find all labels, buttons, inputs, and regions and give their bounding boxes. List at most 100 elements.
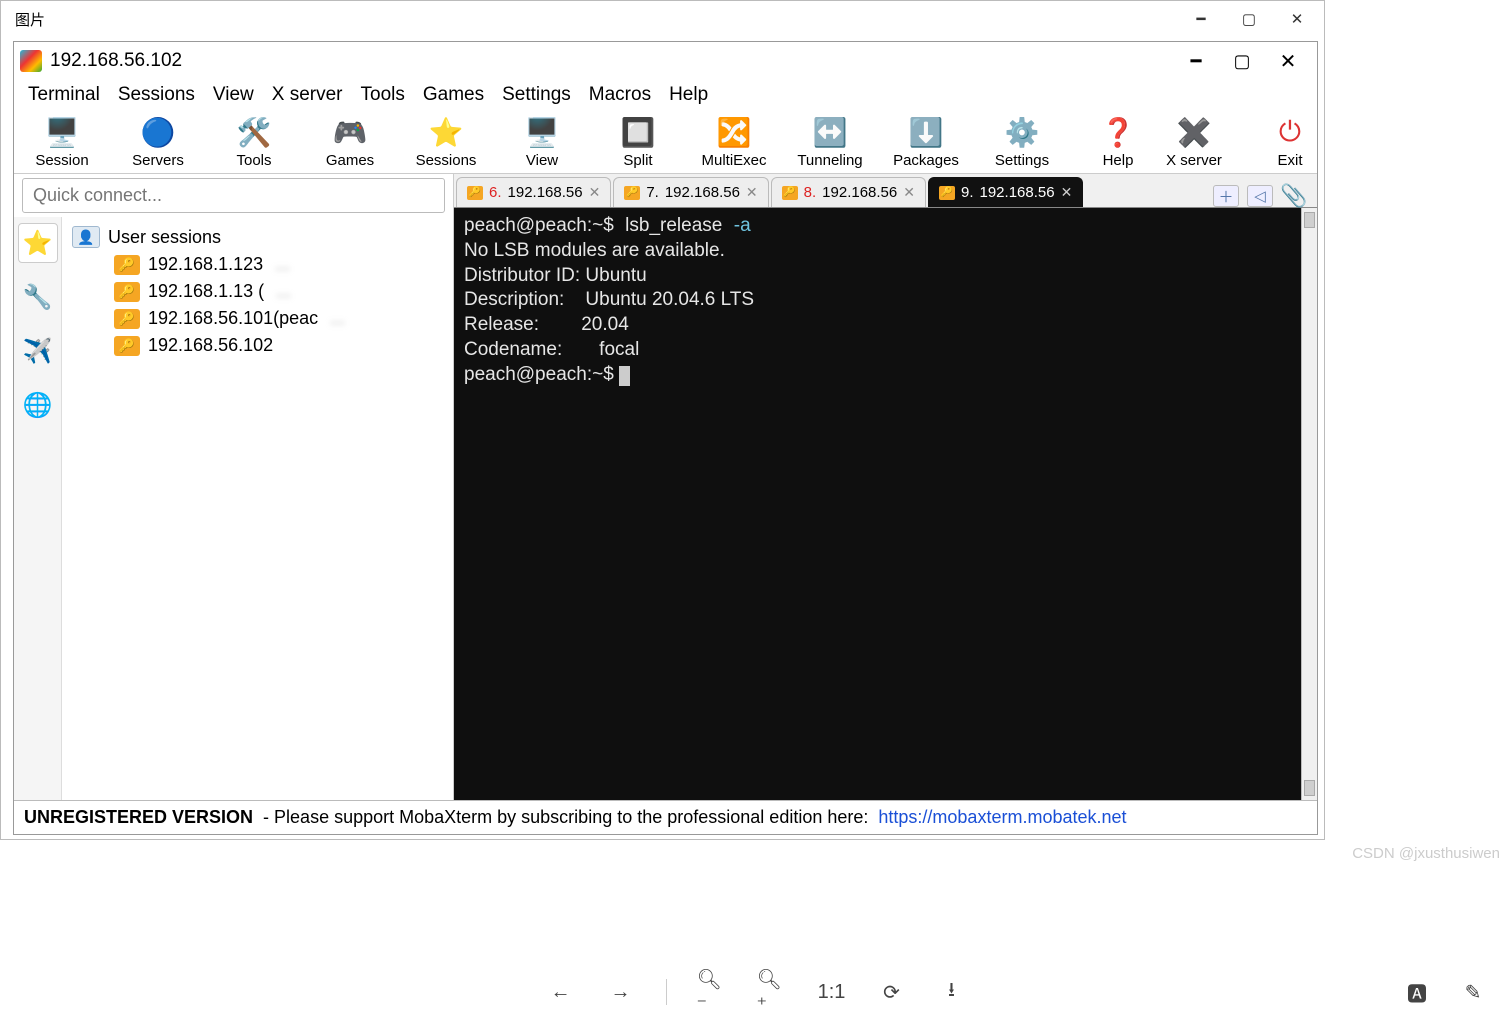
app-maximize-button[interactable]: ▢ (1219, 46, 1265, 76)
viewer-toolbar: ← → 🔍︎⁻ 🔍︎⁺ 1:1 ⟳ ⭳ 🅰 ✎ (0, 964, 1512, 1020)
nav-forward-button[interactable]: → (606, 977, 636, 1007)
tunneling-icon: ↔️ (812, 114, 848, 150)
status-subscribe-link[interactable]: https://mobaxterm.mobatek.net (878, 807, 1126, 828)
toolbar-view-button[interactable]: 🖥️View (504, 114, 580, 169)
menu-terminal[interactable]: Terminal (28, 84, 100, 106)
toolbar-split-button[interactable]: 🔲Split (600, 114, 676, 169)
tree-root-user-sessions[interactable]: 👤 User sessions (68, 223, 447, 251)
toolbar-exit-button[interactable]: ⏻Exit (1252, 114, 1328, 169)
session-icon: 🖥️ (44, 114, 80, 150)
sidebar-tab-2[interactable]: ✈️ (18, 331, 58, 371)
key-icon: 🔑 (624, 186, 640, 200)
toolbar-packages-button[interactable]: ⬇️Packages (888, 114, 964, 169)
toolbar-sessions-button[interactable]: ⭐Sessions (408, 114, 484, 169)
session-area: 🔑6.192.168.56✕🔑7.192.168.56✕🔑8.192.168.5… (454, 174, 1317, 800)
terminal-scrollbar[interactable] (1301, 208, 1317, 800)
split-icon: 🔲 (620, 114, 656, 150)
zoom-in-button[interactable]: 🔍︎⁺ (757, 977, 787, 1007)
session-tabstrip: 🔑6.192.168.56✕🔑7.192.168.56✕🔑8.192.168.5… (454, 174, 1317, 208)
menu-tools[interactable]: Tools (361, 84, 405, 106)
tab-close-icon[interactable]: ✕ (589, 184, 601, 201)
session-tree: 👤 User sessions 🔑192.168.1.123...🔑192.16… (62, 217, 453, 800)
watermark-text: CSDN @jxusthusiwen (1352, 845, 1500, 862)
app-logo-icon (20, 50, 42, 72)
new-tab-button[interactable]: ＋ (1213, 185, 1239, 207)
menu-help[interactable]: Help (669, 84, 708, 106)
session-tab-8[interactable]: 🔑8.192.168.56✕ (771, 177, 926, 207)
menu-macros[interactable]: Macros (589, 84, 651, 106)
toolbar-multiexec-button[interactable]: 🔀MultiExec (696, 114, 772, 169)
scrollbar-up-icon[interactable] (1304, 212, 1315, 228)
session-tab-7[interactable]: 🔑7.192.168.56✕ (613, 177, 768, 207)
toolbar-tunneling-button[interactable]: ↔️Tunneling (792, 114, 868, 169)
status-bar: UNREGISTERED VERSION - Please support Mo… (14, 800, 1317, 834)
exit-icon: ⏻ (1272, 114, 1308, 150)
key-icon: 🔑 (467, 186, 483, 200)
quick-connect-input[interactable] (22, 178, 445, 213)
image-viewer-window: 图片 ━ ▢ ✕ 192.168.56.102 ━ ▢ ✕ Terminal S… (0, 0, 1325, 840)
menu-games[interactable]: Games (423, 84, 484, 106)
session-item-2[interactable]: 🔑192.168.56.101(peac... (68, 305, 447, 332)
session-item-1[interactable]: 🔑192.168.1.13 (... (68, 278, 447, 305)
tab-close-icon[interactable]: ✕ (746, 184, 758, 201)
viewer-title-text: 图片 (15, 9, 45, 30)
app-close-button[interactable]: ✕ (1265, 46, 1311, 76)
key-icon: 🔑 (114, 336, 140, 356)
sidebar-tab-3[interactable]: 🌐 (18, 385, 58, 425)
session-tab-6[interactable]: 🔑6.192.168.56✕ (456, 177, 611, 207)
sessions-icon: ⭐ (428, 114, 464, 150)
session-item-0[interactable]: 🔑192.168.1.123... (68, 251, 447, 278)
help-icon: ❓ (1100, 114, 1136, 150)
actual-size-button[interactable]: 1:1 (817, 977, 847, 1007)
download-button[interactable]: ⭳ (937, 977, 967, 1007)
menu-view[interactable]: View (213, 84, 254, 106)
session-item-3[interactable]: 🔑192.168.56.102 (68, 332, 447, 359)
mobaxterm-window: 192.168.56.102 ━ ▢ ✕ Terminal Sessions V… (13, 41, 1318, 835)
sidebar: ⭐🔧✈️🌐 👤 User sessions 🔑192.168.1.123...🔑… (14, 174, 454, 800)
menu-settings[interactable]: Settings (502, 84, 571, 106)
settings-icon: ⚙️ (1004, 114, 1040, 150)
attach-icon[interactable]: 📎 (1281, 185, 1307, 207)
xserver-icon: ✖️ (1176, 114, 1212, 150)
rotate-button[interactable]: ⟳ (877, 977, 907, 1007)
viewer-maximize-button[interactable]: ▢ (1226, 4, 1272, 34)
workspace: ⭐🔧✈️🌐 👤 User sessions 🔑192.168.1.123...🔑… (14, 174, 1317, 800)
divider (666, 979, 667, 1005)
nav-back-button[interactable]: ← (546, 977, 576, 1007)
app-minimize-button[interactable]: ━ (1173, 46, 1219, 76)
menubar: Terminal Sessions View X server Tools Ga… (14, 80, 1317, 112)
tab-close-icon[interactable]: ✕ (1061, 184, 1073, 201)
sidebar-tab-1[interactable]: 🔧 (18, 277, 58, 317)
ocr-button[interactable]: 🅰 (1402, 977, 1432, 1007)
tree-root-label: User sessions (108, 227, 221, 248)
games-icon: 🎮 (332, 114, 368, 150)
status-unregistered-label: UNREGISTERED VERSION (24, 807, 253, 828)
multiexec-icon: 🔀 (716, 114, 752, 150)
toolbar-servers-button[interactable]: 🔵Servers (120, 114, 196, 169)
toolbar-games-button[interactable]: 🎮Games (312, 114, 388, 169)
key-icon: 🔑 (114, 255, 140, 275)
toolbar-xserver-button[interactable]: ✖️X server (1156, 114, 1232, 169)
viewer-close-button[interactable]: ✕ (1274, 4, 1320, 34)
tab-close-icon[interactable]: ✕ (903, 184, 915, 201)
toolbar-session-button[interactable]: 🖥️Session (24, 114, 100, 169)
toolbar-tools-button[interactable]: 🛠️Tools (216, 114, 292, 169)
tab-nav-back-button[interactable]: ◁ (1247, 185, 1273, 207)
scrollbar-down-icon[interactable] (1304, 780, 1315, 796)
menu-xserver[interactable]: X server (272, 84, 343, 106)
viewer-titlebar: 图片 ━ ▢ ✕ (1, 1, 1324, 37)
zoom-out-button[interactable]: 🔍︎⁻ (697, 977, 727, 1007)
toolbar-settings-button[interactable]: ⚙️Settings (984, 114, 1060, 169)
viewer-minimize-button[interactable]: ━ (1178, 4, 1224, 34)
sidebar-tab-0[interactable]: ⭐ (18, 223, 58, 263)
sidebar-tab-strip: ⭐ 🔧 ✈️ 🌐 (14, 217, 62, 800)
session-tab-9[interactable]: 🔑9.192.168.56✕ (928, 177, 1083, 207)
edit-button[interactable]: ✎ (1458, 977, 1488, 1007)
key-icon: 🔑 (782, 186, 798, 200)
terminal-output[interactable]: peach@peach:~$ lsb_release -a No LSB mod… (454, 208, 1301, 800)
key-icon: 🔑 (114, 309, 140, 329)
toolbar-help-button[interactable]: ❓Help (1080, 114, 1156, 169)
view-icon: 🖥️ (524, 114, 560, 150)
toolbar: 🖥️Session 🔵Servers 🛠️Tools 🎮Games ⭐Sessions 🖥… (14, 112, 1317, 174)
menu-sessions[interactable]: Sessions (118, 84, 195, 106)
